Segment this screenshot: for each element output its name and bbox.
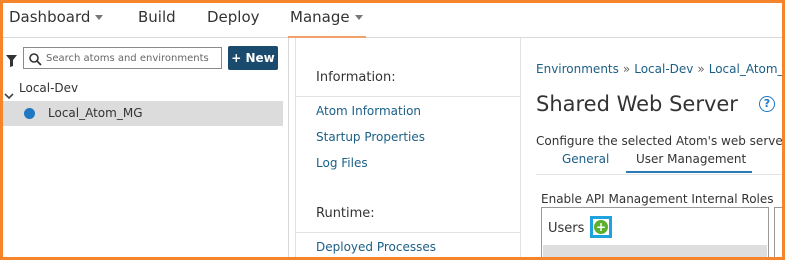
tree-item-atom[interactable]: Local_Atom_MG: [0, 101, 283, 126]
filter-icon[interactable]: [6, 52, 17, 71]
content-panel: Environments»Local-Dev»Local_Atom_MG Sha…: [521, 38, 785, 260]
nav-deploy-label: Deploy: [207, 8, 260, 26]
users-list-row: [543, 245, 767, 260]
nav-dashboard[interactable]: Dashboard: [9, 8, 104, 26]
users-panel: Users +: [541, 207, 769, 260]
nav-dashboard-label: Dashboard: [9, 8, 91, 26]
chevron-down-icon: [95, 15, 104, 20]
page-title: Shared Web Server: [536, 92, 738, 116]
add-icon: +: [594, 220, 608, 234]
help-icon[interactable]: ?: [759, 96, 775, 112]
breadcrumb-local-dev[interactable]: Local-Dev: [634, 62, 693, 76]
atom-status-icon: [24, 108, 35, 119]
atom-management-menu: Information: Atom Information Startup Pr…: [295, 38, 522, 260]
nav-manage-label: Manage: [290, 8, 350, 26]
tree-group-local-dev[interactable]: Local-Dev: [0, 79, 288, 100]
nav-build[interactable]: Build: [138, 8, 176, 26]
breadcrumb-separator: »: [622, 62, 631, 76]
tab-user-management[interactable]: User Management: [636, 152, 746, 166]
search-input[interactable]: [46, 50, 218, 66]
divider: [296, 96, 522, 97]
runtime-heading: Runtime:: [316, 206, 375, 221]
tree-item-label: Local_Atom_MG: [48, 106, 143, 120]
atoms-sidebar: + New Local-Dev Local_Atom_MG: [0, 38, 289, 260]
chevron-down-icon: [354, 15, 363, 20]
tree-group-label: Local-Dev: [19, 81, 79, 95]
nav-manage[interactable]: Manage: [290, 8, 363, 26]
users-label: Users: [548, 221, 585, 236]
search-field: [23, 47, 222, 69]
nav-build-label: Build: [138, 8, 176, 26]
breadcrumb: Environments»Local-Dev»Local_Atom_MG: [536, 62, 785, 76]
breadcrumb-atom[interactable]: Local_Atom_MG: [709, 62, 785, 76]
breadcrumb-environments[interactable]: Environments: [536, 62, 619, 76]
add-user-button[interactable]: +: [590, 216, 612, 238]
tab-divider: [536, 174, 785, 175]
api-management-roles-label: Enable API Management Internal Roles: [541, 192, 774, 206]
log-files-link[interactable]: Log Files: [316, 156, 368, 170]
page-description: Configure the selected Atom's web server: [536, 134, 785, 148]
startup-properties-link[interactable]: Startup Properties: [316, 130, 425, 144]
breadcrumb-separator: »: [697, 62, 705, 76]
active-tab-indicator: [626, 171, 752, 173]
search-icon: [29, 51, 42, 70]
information-heading: Information:: [316, 70, 396, 85]
deployed-processes-link[interactable]: Deployed Processes: [316, 240, 436, 254]
nav-deploy[interactable]: Deploy: [207, 8, 260, 26]
new-button[interactable]: + New: [228, 46, 278, 70]
atom-information-link[interactable]: Atom Information: [316, 104, 421, 118]
roles-panel: [774, 207, 785, 260]
top-navigation: Dashboard Build Deploy Manage: [0, 0, 785, 38]
divider: [296, 232, 522, 233]
tab-general[interactable]: General: [562, 152, 609, 166]
